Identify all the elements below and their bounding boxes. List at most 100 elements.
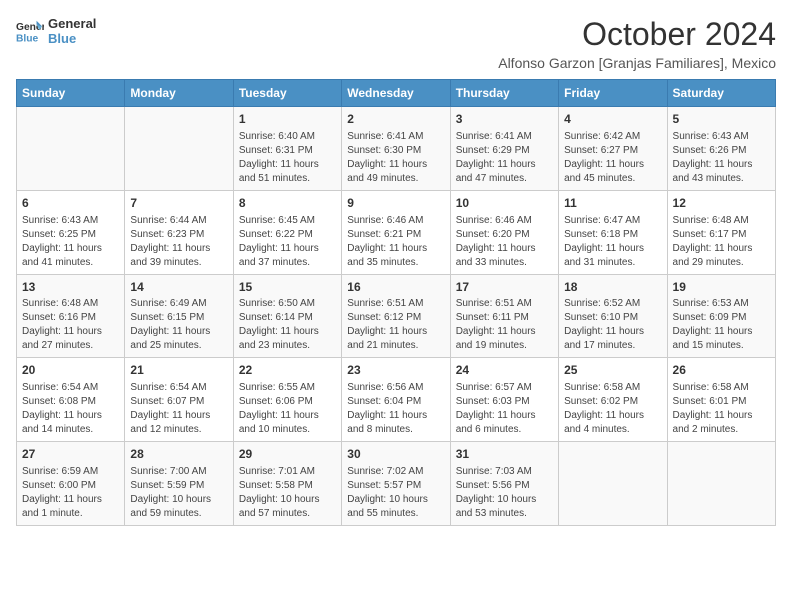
day-info: Sunrise: 6:54 AM Sunset: 6:07 PM Dayligh…: [130, 381, 227, 437]
day-info: Sunrise: 6:53 AM Sunset: 6:09 PM Dayligh…: [673, 297, 770, 353]
calendar-cell: 2Sunrise: 6:41 AM Sunset: 6:30 PM Daylig…: [342, 107, 450, 191]
day-number: 9: [347, 195, 444, 212]
calendar-cell: [125, 107, 233, 191]
calendar-cell: 16Sunrise: 6:51 AM Sunset: 6:12 PM Dayli…: [342, 274, 450, 358]
day-info: Sunrise: 6:40 AM Sunset: 6:31 PM Dayligh…: [239, 130, 336, 186]
calendar-cell: 9Sunrise: 6:46 AM Sunset: 6:21 PM Daylig…: [342, 190, 450, 274]
calendar-cell: 5Sunrise: 6:43 AM Sunset: 6:26 PM Daylig…: [667, 107, 775, 191]
day-number: 8: [239, 195, 336, 212]
day-number: 20: [22, 362, 119, 379]
day-info: Sunrise: 6:44 AM Sunset: 6:23 PM Dayligh…: [130, 214, 227, 270]
day-info: Sunrise: 6:58 AM Sunset: 6:01 PM Dayligh…: [673, 381, 770, 437]
day-info: Sunrise: 6:54 AM Sunset: 6:08 PM Dayligh…: [22, 381, 119, 437]
logo: General Blue General Blue: [16, 16, 96, 46]
day-number: 27: [22, 446, 119, 463]
day-number: 3: [456, 111, 553, 128]
calendar-cell: 26 Sunrise: 6:58 AM Sunset: 6:01 PM Dayli…: [667, 358, 775, 442]
day-header-tuesday: Tuesday: [233, 80, 341, 107]
calendar-cell: 28 Sunrise: 7:00 AM Sunset: 5:59 PM Dayli…: [125, 442, 233, 526]
calendar-cell: [559, 442, 667, 526]
week-row-3: 13Sunrise: 6:48 AM Sunset: 6:16 PM Dayli…: [17, 274, 776, 358]
day-header-monday: Monday: [125, 80, 233, 107]
calendar-cell: 20 Sunrise: 6:54 AM Sunset: 6:08 PM Dayli…: [17, 358, 125, 442]
day-info: Sunrise: 6:59 AM Sunset: 6:00 PM Dayligh…: [22, 465, 119, 521]
svg-text:Blue: Blue: [16, 33, 39, 44]
calendar-cell: 31Sunrise: 7:03 AM Sunset: 5:56 PM Dayli…: [450, 442, 558, 526]
day-number: 21: [130, 362, 227, 379]
day-info: Sunrise: 6:47 AM Sunset: 6:18 PM Dayligh…: [564, 214, 661, 270]
day-number: 28: [130, 446, 227, 463]
day-info: Sunrise: 6:41 AM Sunset: 6:29 PM Dayligh…: [456, 130, 553, 186]
day-number: 29: [239, 446, 336, 463]
day-header-wednesday: Wednesday: [342, 80, 450, 107]
day-number: 13: [22, 279, 119, 296]
day-header-sunday: Sunday: [17, 80, 125, 107]
day-info: Sunrise: 6:43 AM Sunset: 6:25 PM Dayligh…: [22, 214, 119, 270]
day-info: Sunrise: 6:46 AM Sunset: 6:20 PM Dayligh…: [456, 214, 553, 270]
logo-line2: Blue: [48, 31, 96, 46]
calendar-cell: 17Sunrise: 6:51 AM Sunset: 6:11 PM Dayli…: [450, 274, 558, 358]
day-number: 16: [347, 279, 444, 296]
calendar-cell: 4 Sunrise: 6:42 AM Sunset: 6:27 PM Daylig…: [559, 107, 667, 191]
calendar-cell: 27 Sunrise: 6:59 AM Sunset: 6:00 PM Dayli…: [17, 442, 125, 526]
day-info: Sunrise: 7:00 AM Sunset: 5:59 PM Dayligh…: [130, 465, 227, 521]
day-info: Sunrise: 6:58 AM Sunset: 6:02 PM Dayligh…: [564, 381, 661, 437]
day-number: 7: [130, 195, 227, 212]
day-header-thursday: Thursday: [450, 80, 558, 107]
calendar-cell: [17, 107, 125, 191]
calendar-cell: 25 Sunrise: 6:58 AM Sunset: 6:02 PM Dayli…: [559, 358, 667, 442]
month-title: October 2024: [498, 16, 776, 53]
day-info: Sunrise: 6:50 AM Sunset: 6:14 PM Dayligh…: [239, 297, 336, 353]
day-info: Sunrise: 6:55 AM Sunset: 6:06 PM Dayligh…: [239, 381, 336, 437]
calendar-cell: 10 Sunrise: 6:46 AM Sunset: 6:20 PM Dayli…: [450, 190, 558, 274]
calendar-cell: 23 Sunrise: 6:56 AM Sunset: 6:04 PM Dayli…: [342, 358, 450, 442]
day-number: 14: [130, 279, 227, 296]
calendar-cell: 30Sunrise: 7:02 AM Sunset: 5:57 PM Dayli…: [342, 442, 450, 526]
day-info: Sunrise: 6:45 AM Sunset: 6:22 PM Dayligh…: [239, 214, 336, 270]
subtitle: Alfonso Garzon [Granjas Familiares], Mex…: [498, 55, 776, 71]
day-number: 6: [22, 195, 119, 212]
day-info: Sunrise: 6:51 AM Sunset: 6:11 PM Dayligh…: [456, 297, 553, 353]
day-number: 22: [239, 362, 336, 379]
page-header: General Blue General Blue October 2024 A…: [16, 16, 776, 71]
calendar-cell: 24 Sunrise: 6:57 AM Sunset: 6:03 PM Dayli…: [450, 358, 558, 442]
day-info: Sunrise: 6:48 AM Sunset: 6:16 PM Dayligh…: [22, 297, 119, 353]
day-info: Sunrise: 6:49 AM Sunset: 6:15 PM Dayligh…: [130, 297, 227, 353]
calendar-cell: 13Sunrise: 6:48 AM Sunset: 6:16 PM Dayli…: [17, 274, 125, 358]
day-info: Sunrise: 6:56 AM Sunset: 6:04 PM Dayligh…: [347, 381, 444, 437]
week-row-1: 1 Sunrise: 6:40 AM Sunset: 6:31 PM Daylig…: [17, 107, 776, 191]
day-info: Sunrise: 6:51 AM Sunset: 6:12 PM Dayligh…: [347, 297, 444, 353]
day-number: 25: [564, 362, 661, 379]
calendar-cell: 3 Sunrise: 6:41 AM Sunset: 6:29 PM Daylig…: [450, 107, 558, 191]
logo-icon: General Blue: [16, 17, 44, 45]
day-number: 1: [239, 111, 336, 128]
day-info: Sunrise: 7:03 AM Sunset: 5:56 PM Dayligh…: [456, 465, 553, 521]
day-number: 26: [673, 362, 770, 379]
calendar-cell: 1 Sunrise: 6:40 AM Sunset: 6:31 PM Daylig…: [233, 107, 341, 191]
calendar-cell: 19Sunrise: 6:53 AM Sunset: 6:09 PM Dayli…: [667, 274, 775, 358]
day-header-friday: Friday: [559, 80, 667, 107]
title-area: October 2024 Alfonso Garzon [Granjas Fam…: [498, 16, 776, 71]
day-number: 18: [564, 279, 661, 296]
calendar-cell: 21 Sunrise: 6:54 AM Sunset: 6:07 PM Dayli…: [125, 358, 233, 442]
day-number: 23: [347, 362, 444, 379]
logo-line1: General: [48, 16, 96, 31]
day-info: Sunrise: 6:42 AM Sunset: 6:27 PM Dayligh…: [564, 130, 661, 186]
day-number: 11: [564, 195, 661, 212]
calendar-cell: [667, 442, 775, 526]
day-info: Sunrise: 6:41 AM Sunset: 6:30 PM Dayligh…: [347, 130, 444, 186]
calendar-table: SundayMondayTuesdayWednesdayThursdayFrid…: [16, 79, 776, 526]
day-info: Sunrise: 6:43 AM Sunset: 6:26 PM Dayligh…: [673, 130, 770, 186]
day-number: 15: [239, 279, 336, 296]
calendar-cell: 7 Sunrise: 6:44 AM Sunset: 6:23 PM Daylig…: [125, 190, 233, 274]
week-row-5: 27 Sunrise: 6:59 AM Sunset: 6:00 PM Dayli…: [17, 442, 776, 526]
week-row-2: 6 Sunrise: 6:43 AM Sunset: 6:25 PM Daylig…: [17, 190, 776, 274]
day-number: 24: [456, 362, 553, 379]
calendar-cell: 22 Sunrise: 6:55 AM Sunset: 6:06 PM Dayli…: [233, 358, 341, 442]
day-number: 4: [564, 111, 661, 128]
calendar-cell: 29Sunrise: 7:01 AM Sunset: 5:58 PM Dayli…: [233, 442, 341, 526]
day-number: 10: [456, 195, 553, 212]
day-info: Sunrise: 6:57 AM Sunset: 6:03 PM Dayligh…: [456, 381, 553, 437]
day-number: 12: [673, 195, 770, 212]
day-number: 30: [347, 446, 444, 463]
